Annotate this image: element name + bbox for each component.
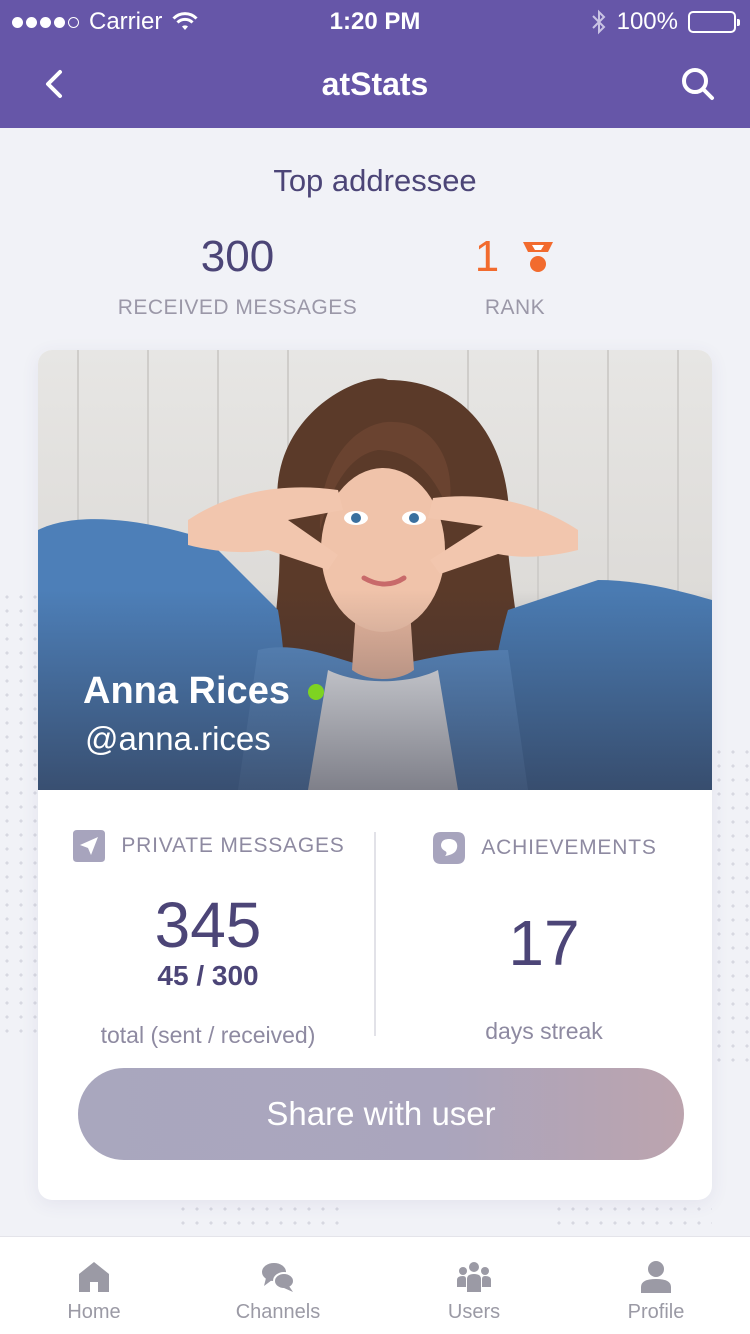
top-bar: Carrier 1:20 PM 100% atStats [0, 0, 750, 128]
achievements-header: ACHIEVEMENTS [394, 830, 694, 866]
rank-value-row: 1 [430, 232, 600, 282]
tab-profile[interactable]: Profile [566, 1237, 746, 1334]
stats-divider [374, 832, 376, 1036]
private-messages-split: 45 / 300 [157, 960, 259, 991]
status-right: 100% [591, 8, 740, 36]
private-messages-header: PRIVATE MESSAGES [58, 828, 358, 864]
dots-pattern-bottom-right [552, 1202, 712, 1232]
medal-icon [523, 242, 554, 272]
online-status-dot [307, 683, 324, 700]
users-icon [457, 1262, 491, 1292]
tab-users[interactable]: Users [384, 1237, 564, 1334]
private-messages-label: PRIVATE MESSAGES [121, 834, 345, 857]
share-with-user-button[interactable]: Share with user [78, 1068, 684, 1160]
tab-home-label: Home [67, 1301, 121, 1323]
person-icon [641, 1261, 671, 1293]
battery-label: 100% [616, 8, 678, 35]
nav-bar: atStats [0, 40, 750, 128]
rank-stat: 1 RANK [430, 232, 600, 320]
chat-bubbles-icon [262, 1263, 295, 1292]
achievements-caption: days streak [485, 1018, 603, 1044]
section-title: Top addressee [273, 163, 477, 198]
tab-profile-label: Profile [627, 1301, 685, 1323]
received-messages-label: RECEIVED MESSAGES [117, 296, 358, 319]
rank-value: 1 [474, 232, 500, 281]
bluetooth-icon [591, 9, 606, 35]
tab-channels[interactable]: Channels [188, 1237, 368, 1334]
search-icon[interactable] [678, 64, 718, 104]
badge-icon [433, 832, 466, 864]
private-messages-caption: total (sent / received) [100, 1022, 316, 1048]
battery-icon [688, 11, 740, 33]
page-title: atStats [321, 66, 429, 102]
user-name: Anna Rices [83, 670, 290, 712]
received-messages-value: 300 [200, 232, 275, 281]
received-messages-stat: 300 RECEIVED MESSAGES [100, 232, 375, 320]
achievements-value: 17 [508, 907, 580, 979]
private-messages-total: 345 [154, 889, 262, 961]
dots-pattern-right [712, 745, 750, 1065]
status-bar: Carrier 1:20 PM 100% [0, 0, 750, 40]
profile-card: Anna Rices @anna.rices PRIVATE MESSAGES … [38, 350, 712, 1200]
home-icon [79, 1262, 109, 1292]
achievements-stat: ACHIEVEMENTS 17 days streak [394, 830, 694, 1045]
profile-photo: Anna Rices @anna.rices [38, 350, 712, 790]
user-name-row: Anna Rices [83, 670, 324, 713]
tab-bar: Home Channels Users Profile [0, 1236, 750, 1334]
tab-channels-label: Channels [235, 1301, 321, 1323]
send-icon [73, 830, 106, 862]
dots-pattern-left [0, 590, 40, 1040]
tab-home[interactable]: Home [4, 1237, 184, 1334]
private-messages-stat: PRIVATE MESSAGES 345 45 / 300 total (sen… [58, 828, 358, 1049]
achievements-label: ACHIEVEMENTS [481, 836, 657, 859]
dots-pattern-bottom-left [176, 1202, 346, 1232]
tab-users-label: Users [447, 1301, 501, 1323]
rank-label: RANK [484, 296, 546, 319]
user-handle: @anna.rices [85, 720, 271, 757]
